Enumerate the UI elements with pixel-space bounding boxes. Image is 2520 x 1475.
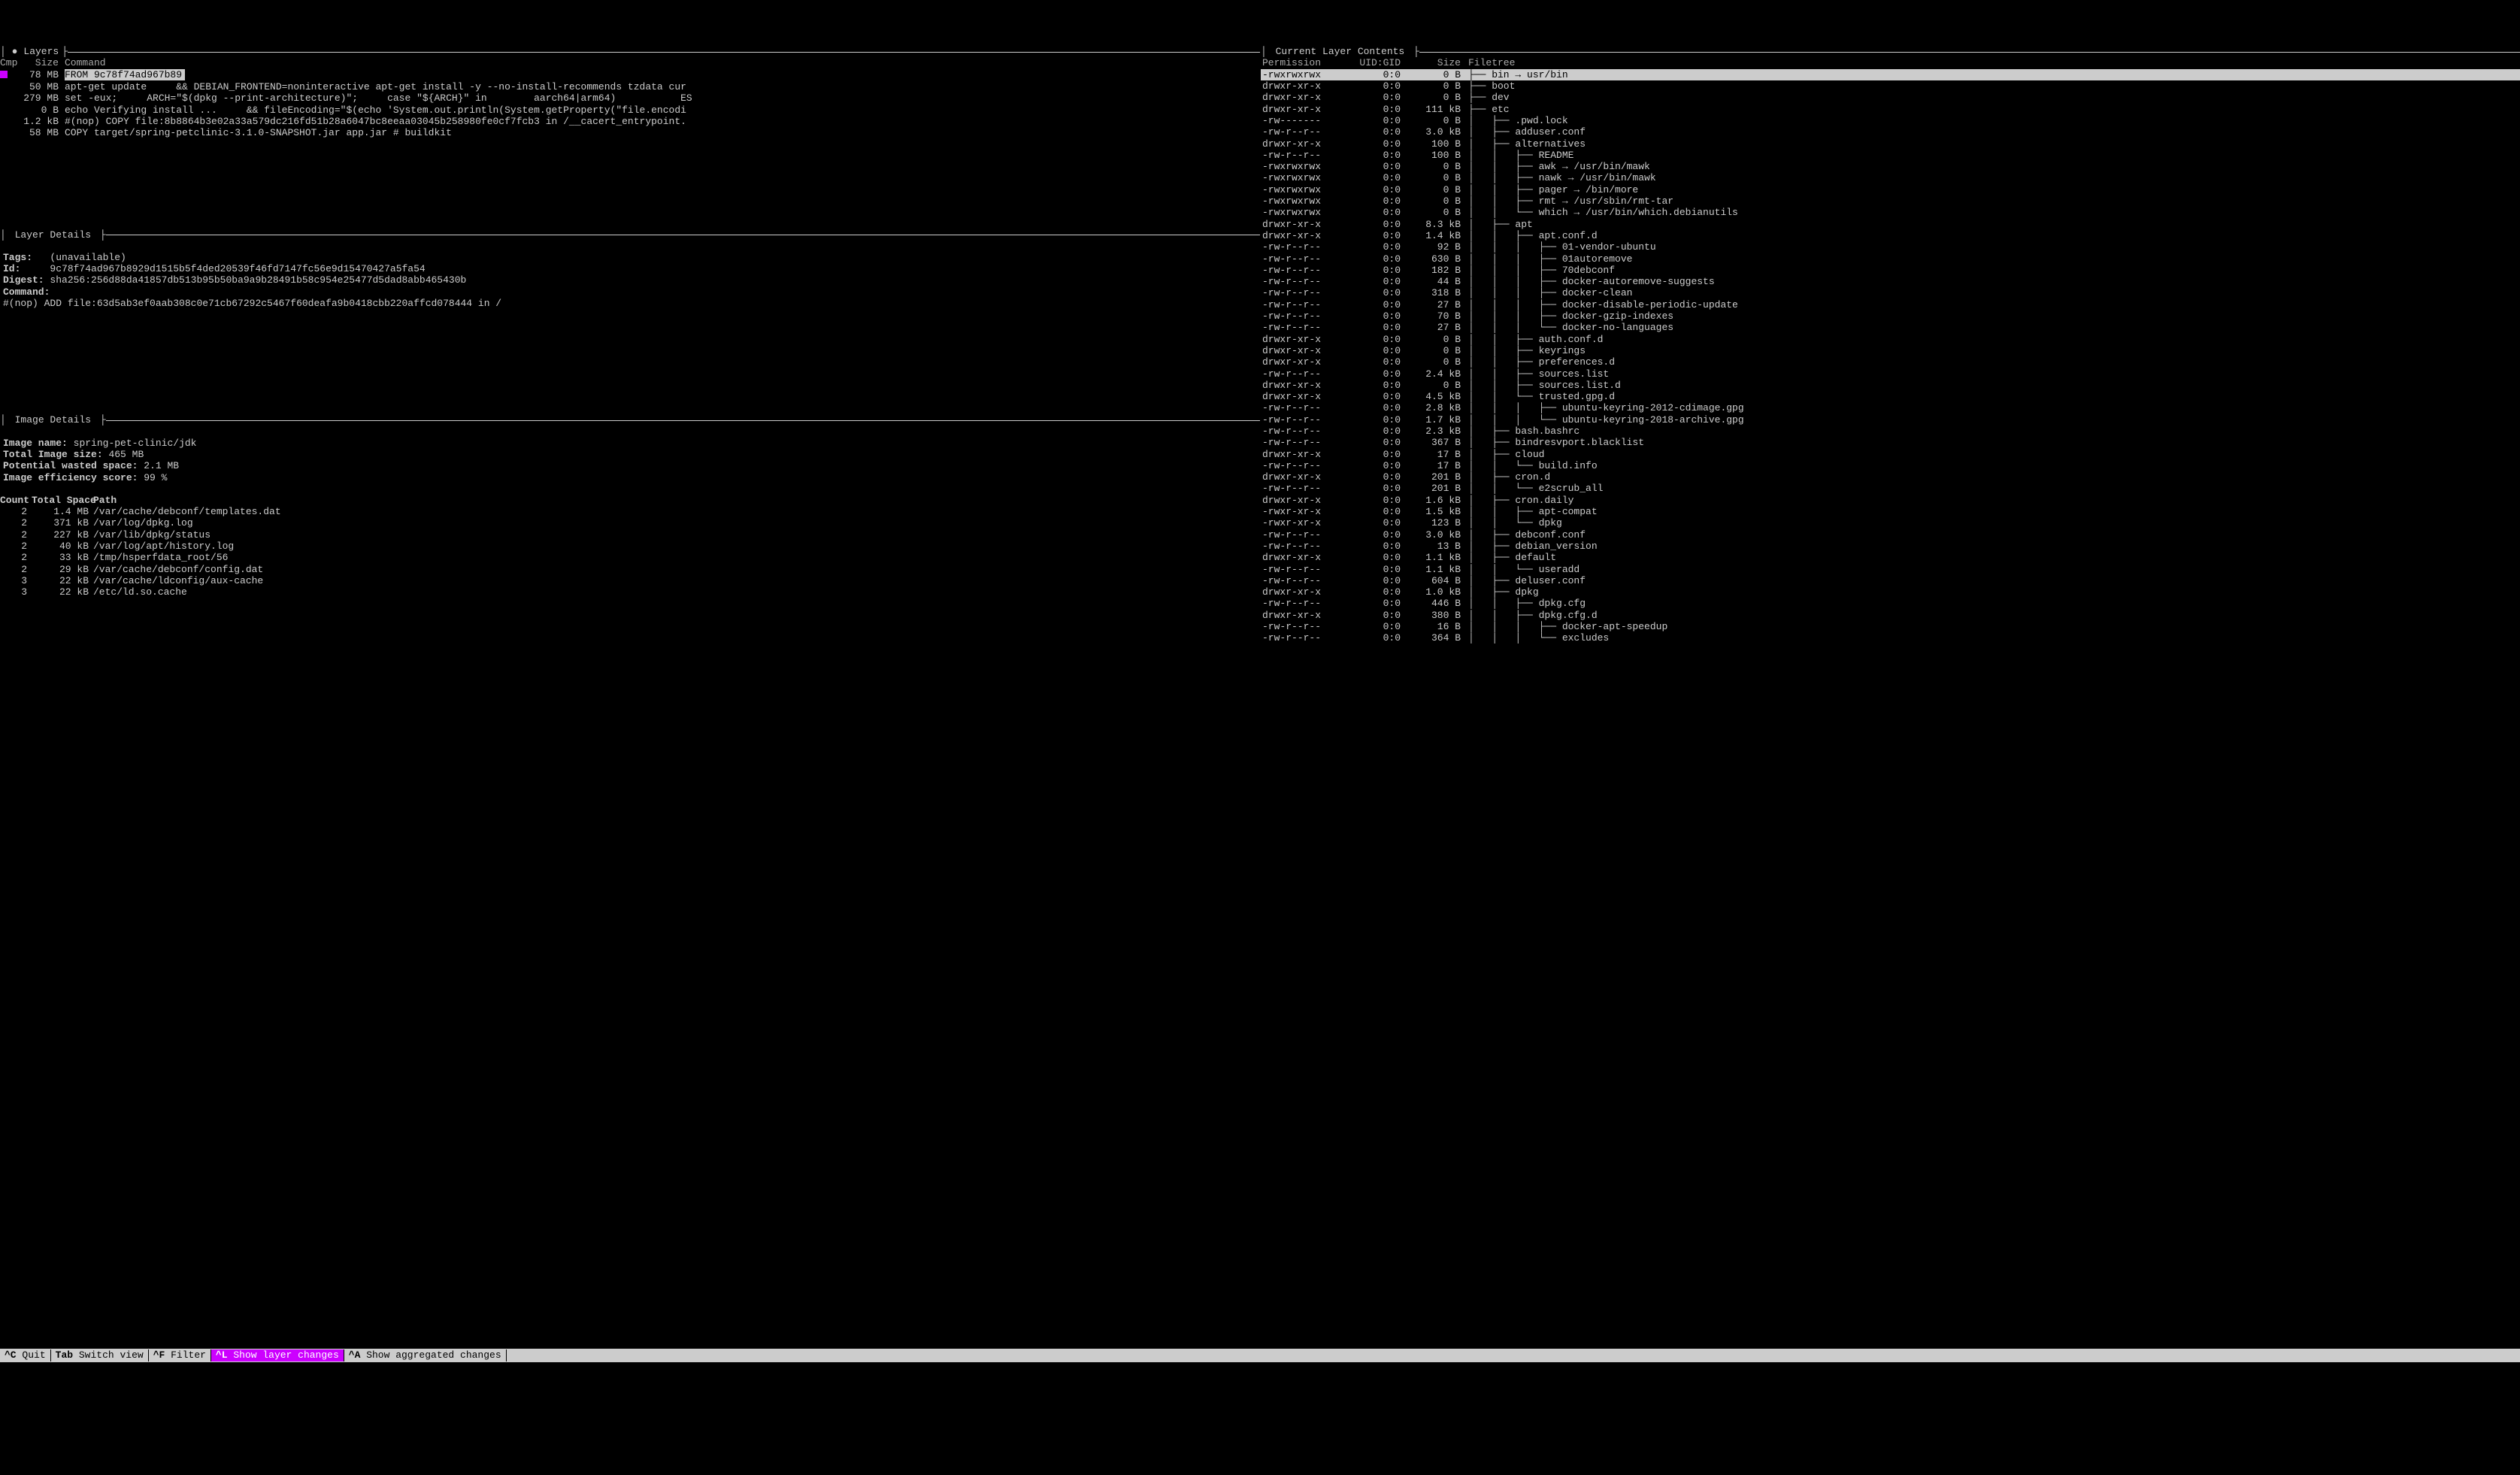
file-row[interactable]: -rwxrwxrwx0:00 B│ │ ├── pager → /bin/mor… xyxy=(1261,184,2520,195)
layer-row[interactable]: 58 MBCOPY target/spring-petclinic-3.1.0-… xyxy=(0,127,1260,138)
layer-row[interactable]: 78 MBFROM 9c78f74ad967b89 xyxy=(0,69,1260,81)
file-row[interactable]: -rw-r--r--0:02.3 kB│ ├── bash.bashrc xyxy=(1261,426,2520,437)
footer-aggregated[interactable]: ^A Show aggregated changes xyxy=(344,1349,507,1361)
image-name: Image name: spring-pet-clinic/jdk xyxy=(0,438,1260,449)
file-row[interactable]: drwxr-xr-x0:01.6 kB│ ├── cron.daily xyxy=(1261,495,2520,506)
file-row[interactable]: -rw-r--r--0:0604 B│ ├── deluser.conf xyxy=(1261,575,2520,586)
waste-row: 240 kB/var/log/apt/history.log xyxy=(0,541,1260,552)
file-row[interactable]: drwxr-xr-x0:01.0 kB│ ├── dpkg xyxy=(1261,586,2520,598)
waste-row: 2227 kB/var/lib/dpkg/status xyxy=(0,529,1260,541)
footer-quit[interactable]: ^C Quit xyxy=(0,1349,51,1361)
file-row[interactable]: -rw-r--r--0:0364 B│ │ │ └── excludes xyxy=(1261,632,2520,644)
footer-layer-changes[interactable]: ^L Show layer changes xyxy=(211,1349,344,1361)
file-row[interactable]: -rwxrwxrwx0:00 B│ │ ├── rmt → /usr/sbin/… xyxy=(1261,195,2520,207)
file-row[interactable]: drwxr-xr-x0:017 B│ ├── cloud xyxy=(1261,449,2520,460)
layer-tags: Tags: (unavailable) xyxy=(0,252,1260,263)
contents-header: Permission UID:GID Size Filetree xyxy=(1261,57,2520,68)
file-row[interactable]: drwxr-xr-x0:00 B│ │ ├── sources.list.d xyxy=(1261,380,2520,391)
file-row[interactable]: -rw-r--r--0:027 B│ │ │ ├── docker-disabl… xyxy=(1261,299,2520,310)
file-row[interactable]: drwxr-xr-x0:08.3 kB│ ├── apt xyxy=(1261,219,2520,230)
file-row[interactable]: -rw-r--r--0:0446 B│ │ ├── dpkg.cfg xyxy=(1261,598,2520,609)
file-row[interactable]: -rw-r--r--0:03.0 kB│ ├── debconf.conf xyxy=(1261,529,2520,541)
file-row[interactable]: drwxr-xr-x0:0380 B│ │ ├── dpkg.cfg.d xyxy=(1261,610,2520,621)
layer-row[interactable]: 50 MBapt-get update && DEBIAN_FRONTEND=n… xyxy=(0,81,1260,92)
image-wasted: Potential wasted space: 2.1 MB xyxy=(0,460,1260,471)
waste-row: 322 kB/etc/ld.so.cache xyxy=(0,586,1260,598)
file-row[interactable]: -rw-r--r--0:0630 B│ │ │ ├── 01autoremove xyxy=(1261,253,2520,265)
file-row[interactable]: -rwxrwxrwx0:00 B│ │ └── which → /usr/bin… xyxy=(1261,207,2520,218)
file-row[interactable]: -rw-r--r--0:03.0 kB│ ├── adduser.conf xyxy=(1261,126,2520,138)
file-row[interactable]: -rw-r--r--0:0100 B│ │ ├── README xyxy=(1261,150,2520,161)
file-row[interactable]: -rw-r--r--0:017 B│ │ └── build.info xyxy=(1261,460,2520,471)
waste-row: 2371 kB/var/log/dpkg.log xyxy=(0,517,1260,529)
file-row[interactable]: -rw-r--r--0:02.8 kB│ │ │ ├── ubuntu-keyr… xyxy=(1261,402,2520,413)
image-details-title: │ Image Details ├ xyxy=(0,414,1260,426)
file-row[interactable]: -rw-r--r--0:013 B│ ├── debian_version xyxy=(1261,541,2520,552)
footer-switch[interactable]: Tab Switch view xyxy=(51,1349,149,1361)
file-row[interactable]: drwxr-xr-x0:00 B├── dev xyxy=(1261,92,2520,103)
file-row[interactable]: -rw-r--r--0:0367 B│ ├── bindresvport.bla… xyxy=(1261,437,2520,448)
file-row[interactable]: -rw-r--r--0:01.7 kB│ │ │ └── ubuntu-keyr… xyxy=(1261,414,2520,426)
image-total: Total Image size: 465 MB xyxy=(0,449,1260,460)
waste-header: Count Total Space Path xyxy=(0,495,1260,506)
image-eff: Image efficiency score: 99 % xyxy=(0,472,1260,483)
file-row[interactable]: -rw-------0:00 B│ ├── .pwd.lock xyxy=(1261,115,2520,126)
layer-id: Id: 9c78f74ad967b8929d1515b5f4ded20539f4… xyxy=(0,263,1260,274)
file-row[interactable]: -rwxrwxrwx0:00 B│ │ ├── nawk → /usr/bin/… xyxy=(1261,172,2520,183)
file-row[interactable]: -rw-r--r--0:070 B│ │ │ ├── docker-gzip-i… xyxy=(1261,310,2520,322)
file-row[interactable]: drwxr-xr-x0:01.4 kB│ │ ├── apt.conf.d xyxy=(1261,230,2520,241)
footer-bar: ^C Quit Tab Switch view ^F Filter ^L Sho… xyxy=(0,1349,2520,1362)
layers-header: Cmp Size Command xyxy=(0,57,1260,68)
layer-digest: Digest: sha256:256d88da41857db513b95b50b… xyxy=(0,274,1260,286)
file-row[interactable]: drwxr-xr-x0:00 B│ │ ├── keyrings xyxy=(1261,345,2520,356)
waste-row: 322 kB/var/cache/ldconfig/aux-cache xyxy=(0,575,1260,586)
file-row[interactable]: drwxr-xr-x0:0100 B│ ├── alternatives xyxy=(1261,138,2520,150)
file-row[interactable]: -rw-r--r--0:016 B│ │ │ ├── docker-apt-sp… xyxy=(1261,621,2520,632)
layer-row[interactable]: 279 MBset -eux; ARCH="$(dpkg --print-arc… xyxy=(0,92,1260,104)
file-row[interactable]: drwxr-xr-x0:0111 kB├── etc xyxy=(1261,104,2520,115)
layer-row[interactable]: 1.2 kB#(nop) COPY file:8b8864b3e02a33a57… xyxy=(0,116,1260,127)
contents-title: │ Current Layer Contents ├ xyxy=(1261,46,2520,57)
file-row[interactable]: drwxr-xr-x0:0201 B│ ├── cron.d xyxy=(1261,471,2520,483)
layer-details-title: │ Layer Details ├ xyxy=(0,229,1260,241)
waste-row: 229 kB/var/cache/debconf/config.dat xyxy=(0,564,1260,575)
waste-row: 21.4 MB/var/cache/debconf/templates.dat xyxy=(0,506,1260,517)
footer-filter[interactable]: ^F Filter xyxy=(149,1349,211,1361)
file-row[interactable]: -rwxrwxrwx0:00 B├── bin → usr/bin xyxy=(1261,69,2520,80)
file-row[interactable]: -rw-r--r--0:01.1 kB│ │ └── useradd xyxy=(1261,564,2520,575)
file-row[interactable]: -rw-r--r--0:0182 B│ │ │ ├── 70debconf xyxy=(1261,265,2520,276)
layer-row[interactable]: 0 Becho Verifying install ... && fileEnc… xyxy=(0,104,1260,116)
file-row[interactable]: drwxr-xr-x0:00 B│ │ ├── auth.conf.d xyxy=(1261,334,2520,345)
file-row[interactable]: -rw-r--r--0:0318 B│ │ │ ├── docker-clean xyxy=(1261,287,2520,298)
file-row[interactable]: -rwxrwxrwx0:00 B│ │ ├── awk → /usr/bin/m… xyxy=(1261,161,2520,172)
file-row[interactable]: drwxr-xr-x0:00 B│ │ ├── preferences.d xyxy=(1261,356,2520,368)
file-row[interactable]: -rwxr-xr-x0:0123 B│ │ └── dpkg xyxy=(1261,517,2520,529)
file-row[interactable]: -rwxr-xr-x0:01.5 kB│ │ ├── apt-compat xyxy=(1261,506,2520,517)
file-row[interactable]: drwxr-xr-x0:04.5 kB│ │ └── trusted.gpg.d xyxy=(1261,391,2520,402)
layer-command-value: #(nop) ADD file:63d5ab3ef0aab308c0e71cb6… xyxy=(0,298,1260,309)
file-row[interactable]: drwxr-xr-x0:00 B├── boot xyxy=(1261,80,2520,92)
file-row[interactable]: -rw-r--r--0:092 B│ │ │ ├── 01-vendor-ubu… xyxy=(1261,241,2520,253)
file-row[interactable]: -rw-r--r--0:044 B│ │ │ ├── docker-autore… xyxy=(1261,276,2520,287)
file-row[interactable]: -rw-r--r--0:0201 B│ │ └── e2scrub_all xyxy=(1261,483,2520,494)
file-row[interactable]: drwxr-xr-x0:01.1 kB│ ├── default xyxy=(1261,552,2520,563)
file-row[interactable]: -rw-r--r--0:02.4 kB│ │ ├── sources.list xyxy=(1261,368,2520,380)
layer-command-label: Command: xyxy=(0,286,1260,298)
layers-title: │ ●Layers├ xyxy=(0,46,1260,57)
waste-row: 233 kB/tmp/hsperfdata_root/56 xyxy=(0,552,1260,563)
file-row[interactable]: -rw-r--r--0:027 B│ │ │ └── docker-no-lan… xyxy=(1261,322,2520,333)
